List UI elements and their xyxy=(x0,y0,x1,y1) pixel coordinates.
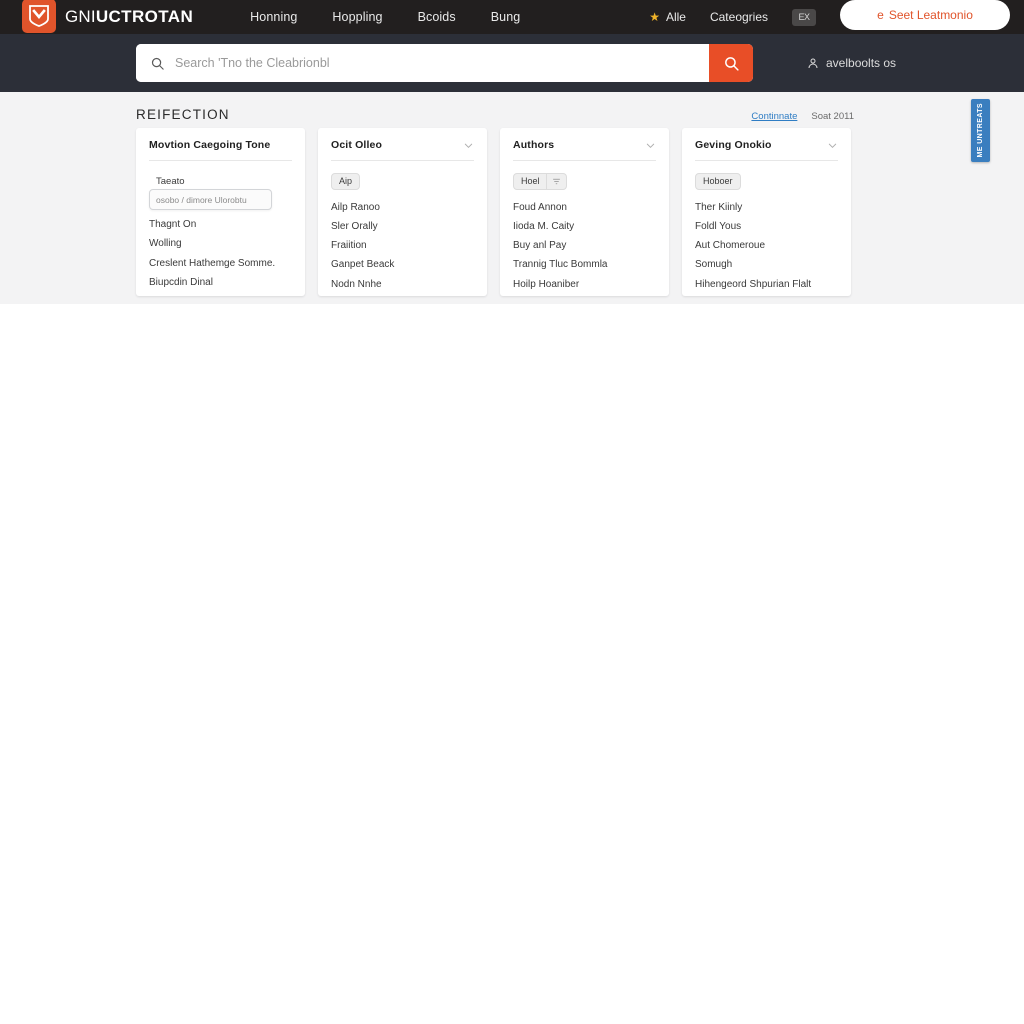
list-item[interactable]: Sler Orally xyxy=(331,217,474,236)
brand-name: UCTROTAN xyxy=(96,7,193,26)
search-input[interactable] xyxy=(175,44,709,82)
list-item[interactable]: Iioda M. Caity xyxy=(513,217,656,236)
card-title: Ocit Olleo xyxy=(331,139,382,151)
list-item[interactable]: Somugh xyxy=(695,255,838,274)
card-list: Foud Annon Iioda M. Caity Buy anl Pay Tr… xyxy=(513,198,656,294)
filter-pill[interactable]: Hoboer xyxy=(695,173,741,190)
list-item[interactable]: Biupcdin Dinal xyxy=(149,273,292,292)
content-header-right: Continnate Soat 2011 xyxy=(751,111,854,122)
feedback-side-tab-label: ME UNTREATS xyxy=(977,103,984,157)
content-header: REIFECTION Continnate Soat 2011 xyxy=(136,92,1024,128)
list-item[interactable]: Hoilp Hoaniber xyxy=(513,275,656,294)
list-item[interactable]: Thagnt On xyxy=(149,215,292,234)
top-nav-right-group: ★ Alle Cateogries EX e Seet Leatmonio xyxy=(649,4,1010,30)
primary-nav: Honning Hoppling Bcoids Bung xyxy=(250,10,520,24)
cta-label: Seet Leatmonio xyxy=(889,8,973,22)
list-item[interactable]: Foldl Yous xyxy=(695,217,838,236)
filter-pill[interactable]: Aip xyxy=(331,173,360,190)
list-item[interactable]: Ganpet Beack xyxy=(331,255,474,274)
card-body: Hoboer Ther Kiinly Foldl Yous Aut Chomer… xyxy=(695,161,838,294)
card-list: Ther Kiinly Foldl Yous Aut Chomeroue Som… xyxy=(695,198,838,294)
shield-m-logo-icon xyxy=(22,0,56,33)
filter-pill-label: Hoel xyxy=(521,176,540,186)
search-icon xyxy=(723,55,740,72)
card-title: Movtion Caegoing Tone xyxy=(149,139,270,151)
nav-item-0[interactable]: Honning xyxy=(250,10,297,24)
search-field[interactable] xyxy=(136,44,709,82)
list-item[interactable]: Fraiition xyxy=(331,236,474,255)
card-body: Aip Ailp Ranoo Sler Orally Fraiition Gan… xyxy=(331,161,474,294)
list-item[interactable]: Wolling xyxy=(149,234,292,253)
search-icon xyxy=(150,56,165,71)
card-header[interactable]: Authors xyxy=(513,139,656,161)
cta-button[interactable]: e Seet Leatmonio xyxy=(840,0,1010,30)
user-icon xyxy=(807,57,819,70)
content-meta-text: Soat 2011 xyxy=(811,111,854,122)
nav-item-2[interactable]: Bcoids xyxy=(418,10,456,24)
list-item[interactable]: Hihengeord Shpurian Flalt xyxy=(695,275,838,294)
feedback-side-tab[interactable]: ME UNTREATS xyxy=(971,99,990,162)
card-ocit-olleo: Ocit Olleo Aip Ailp Ranoo Sler Orally Fr… xyxy=(318,128,487,296)
list-item[interactable]: Ther Kiinly xyxy=(695,198,838,217)
list-item[interactable]: Buy anl Pay xyxy=(513,236,656,255)
card-movtion-caegoing-tone: Movtion Caegoing Tone Taeato osobo / dim… xyxy=(136,128,305,296)
top-navigation-bar: GNIUCTROTAN Honning Hoppling Bcoids Bung… xyxy=(0,0,1024,34)
card-geving-onokio: Geving Onokio Hoboer Ther Kiinly Foldl Y… xyxy=(682,128,851,296)
list-item[interactable]: Foud Annon xyxy=(513,198,656,217)
search-container xyxy=(136,44,753,82)
card-header: Movtion Caegoing Tone xyxy=(149,139,292,161)
page-blank-area xyxy=(0,304,1024,1024)
list-item[interactable]: Creslent Hathemge Somme. xyxy=(149,254,292,273)
card-title: Geving Onokio xyxy=(695,139,772,151)
list-item[interactable]: Aut Chomeroue xyxy=(695,236,838,255)
search-bar-row: avelboolts os xyxy=(0,34,1024,92)
filter-pill[interactable]: Hoel xyxy=(513,173,567,190)
card-header[interactable]: Ocit Olleo xyxy=(331,139,474,161)
card-list: Ailp Ranoo Sler Orally Fraiition Ganpet … xyxy=(331,198,474,294)
search-submit-button[interactable] xyxy=(709,44,753,82)
nav-item-3[interactable]: Bung xyxy=(491,10,521,24)
main-content: REIFECTION Continnate Soat 2011 Movtion … xyxy=(0,92,1024,304)
mini-badge-button[interactable]: EX xyxy=(792,9,816,26)
list-item[interactable]: Nodn Nnhe xyxy=(331,275,474,294)
e-badge-icon: e xyxy=(877,8,884,22)
card-body: Taeato osobo / dimore Ulorobtu Thagnt On… xyxy=(149,161,292,296)
tooltip-group: Taeato osobo / dimore Ulorobtu xyxy=(149,171,292,210)
nav-item-1[interactable]: Hoppling xyxy=(332,10,382,24)
tooltip-label: Taeato xyxy=(153,176,188,187)
card-title: Authors xyxy=(513,139,554,151)
card-list: Thagnt On Wolling Creslent Hathemge Somm… xyxy=(149,215,292,296)
chevron-down-icon[interactable] xyxy=(645,140,656,151)
list-item[interactable]: Harrgia the Bunlole Orow xyxy=(149,292,292,296)
page-title: REIFECTION xyxy=(136,107,230,122)
card-header[interactable]: Geving Onokio xyxy=(695,139,838,161)
card-authors: Authors Hoel Foud xyxy=(500,128,669,296)
account-label: avelboolts os xyxy=(826,56,896,70)
brand-logo[interactable]: GNIUCTROTAN xyxy=(22,1,193,33)
list-item[interactable]: Trannig Tluc Bommla xyxy=(513,255,656,274)
chevron-down-icon[interactable] xyxy=(463,140,474,151)
account-link[interactable]: avelboolts os xyxy=(807,56,896,70)
brand-prefix: GNI xyxy=(65,7,96,26)
favorites-label: Alle xyxy=(666,10,686,24)
tooltip-box: osobo / dimore Ulorobtu xyxy=(149,189,272,210)
card-body: Hoel Foud Annon Iioda M. Caity Buy anl P… xyxy=(513,161,656,294)
card-grid: Movtion Caegoing Tone Taeato osobo / dim… xyxy=(136,128,1024,296)
sort-icon[interactable] xyxy=(546,174,566,189)
favorites-link[interactable]: ★ Alle xyxy=(649,10,686,24)
star-icon: ★ xyxy=(649,11,660,23)
categories-link[interactable]: Cateogries xyxy=(710,10,768,24)
continue-link[interactable]: Continnate xyxy=(751,111,797,122)
chevron-down-icon[interactable] xyxy=(827,140,838,151)
brand-text: GNIUCTROTAN xyxy=(65,7,193,27)
list-item[interactable]: Ailp Ranoo xyxy=(331,198,474,217)
